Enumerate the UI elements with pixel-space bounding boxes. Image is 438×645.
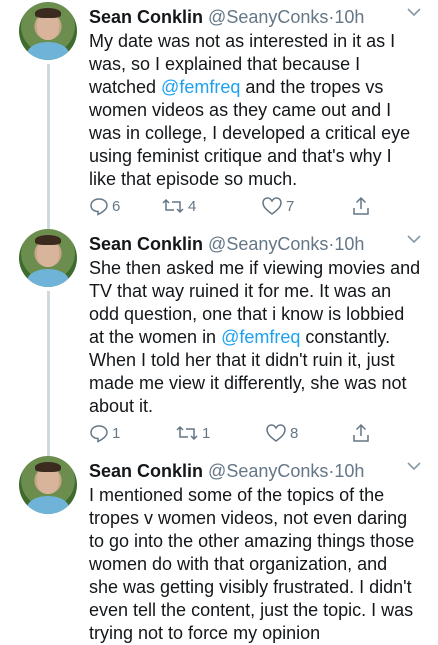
text-line: at the women in @femfreq constantly. <box>89 327 391 347</box>
text-line: made me view it differently, she was not <box>89 373 407 393</box>
text-line: TV that way ruined it for me. It was an <box>89 281 392 301</box>
heart-icon <box>266 424 286 442</box>
text-line: odd question, one that i know is lobbied <box>89 304 405 324</box>
display-name[interactable]: Sean Conklin <box>89 461 203 481</box>
chevron-down-icon[interactable] <box>406 460 422 472</box>
text-line: even tell the content, just the topic. I… <box>89 600 414 620</box>
tweet[interactable]: Sean Conklin @SeanyConks·10h She then as… <box>0 223 438 453</box>
text-line: She then asked me if viewing movies and <box>89 258 421 278</box>
heart-icon <box>262 197 282 215</box>
mention-link[interactable]: @femfreq <box>221 327 300 347</box>
retweet-button[interactable]: 4 <box>161 196 196 216</box>
tweet-actions: 1 1 8 <box>89 423 389 445</box>
like-count: 7 <box>286 197 295 215</box>
text-line: I mentioned some of the topics of the <box>89 485 385 505</box>
chevron-down-icon[interactable] <box>406 233 422 245</box>
thread-line <box>47 64 50 226</box>
user-handle[interactable]: @SeanyConks <box>208 7 328 27</box>
text-line: watched @femfreq and the tropes vs <box>89 77 384 97</box>
retweet-count: 4 <box>188 197 197 215</box>
chevron-down-icon[interactable] <box>406 6 422 18</box>
text-line: like that episode so much. <box>89 169 298 189</box>
reply-button[interactable]: 6 <box>89 196 120 216</box>
like-count: 8 <box>290 424 299 442</box>
tweet-header: Sean Conklin @SeanyConks·10h <box>89 233 364 255</box>
share-icon <box>353 196 369 215</box>
tweet-text: My date was not as interested in it as I… <box>89 30 425 191</box>
text-line: women videos as they came out and I <box>89 100 392 120</box>
tweet-header: Sean Conklin @SeanyConks·10h <box>89 6 364 28</box>
reply-button[interactable]: 1 <box>89 423 120 443</box>
user-handle[interactable]: @SeanyConks <box>208 234 328 254</box>
timestamp[interactable]: 10h <box>334 7 364 27</box>
tweet[interactable]: Sean Conklin @SeanyConks·10h My date was… <box>0 0 438 226</box>
mention-link[interactable]: @femfreq <box>161 77 240 97</box>
avatar[interactable] <box>19 456 77 514</box>
retweet-button[interactable]: 1 <box>175 423 210 443</box>
text-line: using feminist critique and that's why I <box>89 146 392 166</box>
like-button[interactable]: 7 <box>261 196 294 216</box>
text-line: women do with that organization, and <box>89 554 388 574</box>
display-name[interactable]: Sean Conklin <box>89 7 203 27</box>
tweet-actions: 6 4 7 <box>89 196 389 218</box>
text-line: trying not to force my opinion <box>89 623 321 643</box>
user-handle[interactable]: @SeanyConks <box>208 461 328 481</box>
share-icon <box>353 423 369 442</box>
tweet-header: Sean Conklin @SeanyConks·10h <box>89 460 364 482</box>
reply-icon <box>90 198 108 216</box>
retweet-icon <box>176 425 198 441</box>
avatar[interactable] <box>19 2 77 60</box>
tweet[interactable]: Sean Conklin @SeanyConks·10h I mentioned… <box>0 450 438 643</box>
text-line: to go into the other amazing things thos… <box>89 531 415 551</box>
display-name[interactable]: Sean Conklin <box>89 234 203 254</box>
avatar[interactable] <box>19 229 77 287</box>
reply-icon <box>90 425 108 443</box>
retweet-icon <box>162 198 184 214</box>
retweet-count: 1 <box>202 424 211 442</box>
text-line: My date was not as interested in it as I <box>89 31 396 51</box>
share-button[interactable] <box>351 196 371 216</box>
timestamp[interactable]: 10h <box>334 234 364 254</box>
like-button[interactable]: 8 <box>265 423 298 443</box>
text-line: tropes v women videos, not even daring <box>89 508 408 528</box>
reply-count: 6 <box>112 197 121 215</box>
reply-count: 1 <box>112 424 121 442</box>
thread-line <box>47 291 50 453</box>
text-line: was, so I explained that because I <box>89 54 361 74</box>
text-line: about it. <box>89 396 154 416</box>
tweet-text: I mentioned some of the topics of the tr… <box>89 484 425 645</box>
text-line: When I told her that it didn't ruin it, … <box>89 350 395 370</box>
timestamp[interactable]: 10h <box>334 461 364 481</box>
text-line: she was getting visibly frustrated. I di… <box>89 577 412 597</box>
text-line: was in college, I developed a critical e… <box>89 123 411 143</box>
share-button[interactable] <box>351 423 371 443</box>
tweet-text: She then asked me if viewing movies and … <box>89 257 425 418</box>
